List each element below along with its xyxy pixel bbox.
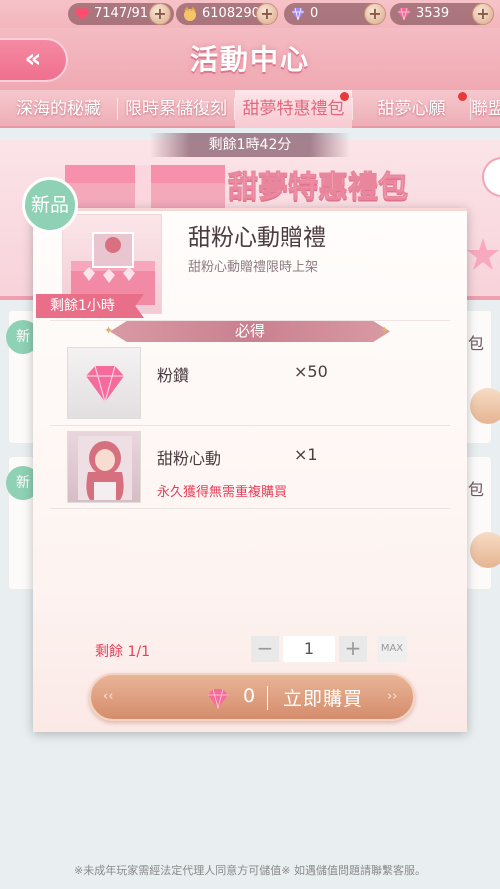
sparkle-icon: ✦ xyxy=(380,324,390,337)
product-title: 甜粉心動贈禮 xyxy=(188,225,326,251)
notification-dot xyxy=(340,92,349,101)
star-icon xyxy=(467,238,499,270)
pink-diamond-icon xyxy=(398,7,410,21)
item-permanent-note: 永久獲得無需重複購買 xyxy=(157,485,288,500)
background-card-label: 包 xyxy=(468,480,485,499)
guaranteed-header: 必得 xyxy=(110,321,390,342)
buy-price: 0 xyxy=(243,685,256,707)
pink-diamond-icon xyxy=(86,365,124,405)
item-name: 甜粉心動 xyxy=(157,449,222,468)
header: « 活動中心 xyxy=(0,28,500,90)
buy-now-button[interactable]: ‹‹ 0 立即購買 ›› xyxy=(89,673,415,721)
buy-divider xyxy=(267,686,268,710)
character-portrait xyxy=(78,436,132,500)
quantity-input[interactable]: 1 xyxy=(283,636,335,662)
event-timer: 剩餘1時42分 xyxy=(150,133,350,157)
remaining-time-tag: 剩餘1小時 xyxy=(36,294,144,318)
divider xyxy=(50,320,450,321)
coin-icon xyxy=(184,6,196,21)
increase-quantity-button[interactable]: + xyxy=(339,636,367,662)
modal-top-border xyxy=(33,208,467,211)
item-quantity: ×1 xyxy=(294,445,318,464)
coin-value: 6108290 xyxy=(202,6,260,21)
resource-bar: 7147/91 + 6108290 + 0 + 3539 + xyxy=(0,0,500,28)
remaining-purchase-count: 剩餘 1/1 xyxy=(95,644,150,660)
tab-sweet-dream-pack[interactable]: 甜夢特惠禮包 xyxy=(235,90,352,128)
notification-dot xyxy=(458,92,467,101)
item-icon-character-portrait[interactable] xyxy=(67,431,141,503)
chevron-right-icon: ›› xyxy=(387,689,398,704)
add-purple-gem-button[interactable]: + xyxy=(364,3,386,25)
item-icon-pink-diamond[interactable] xyxy=(67,347,141,419)
item-quantity: ×50 xyxy=(294,362,328,381)
tab-sweet-dream-wish[interactable]: 甜夢心願 xyxy=(353,90,470,128)
background-buy-button xyxy=(470,388,500,424)
add-pink-diamond-button[interactable]: + xyxy=(472,3,494,25)
pink-diamond-icon xyxy=(208,688,228,709)
tab-deep-sea-treasure[interactable]: 深海的秘藏 xyxy=(0,90,117,128)
buy-label: 立即購買 xyxy=(283,688,364,710)
purple-gem-value: 0 xyxy=(310,6,319,21)
purple-gem-icon xyxy=(292,7,304,21)
heart-icon xyxy=(75,8,89,20)
add-stamina-button[interactable]: + xyxy=(149,3,171,25)
row-divider xyxy=(50,508,450,509)
stamina-value: 7147/91 xyxy=(94,6,149,21)
banner-title: 甜夢特惠禮包 xyxy=(228,170,409,206)
background-buy-button xyxy=(470,532,500,568)
decrease-quantity-button[interactable]: − xyxy=(251,636,279,662)
new-item-badge: 新品 xyxy=(22,177,78,233)
add-coin-button[interactable]: + xyxy=(256,3,278,25)
product-subtitle: 甜粉心動贈禮限時上架 xyxy=(188,260,319,275)
item-name: 粉鑽 xyxy=(157,366,190,385)
tab-bar: 深海的秘藏 限時累儲復刻 甜夢特惠禮包 甜夢心願 聯盟 xyxy=(0,90,500,128)
pink-diamond-value: 3539 xyxy=(416,6,450,21)
tab-alliance[interactable]: 聯盟 xyxy=(471,90,500,128)
page-title: 活動中心 xyxy=(189,43,310,76)
footer-notice: ※未成年玩家需經法定代理人同意方可儲值※ 如遇儲值問題請聯繫客服。 xyxy=(74,864,426,877)
tab-limited-recharge[interactable]: 限時累儲復刻 xyxy=(118,90,234,128)
row-divider xyxy=(50,425,450,426)
chevron-left-icon: ‹‹ xyxy=(103,689,114,704)
background-card-label: 包 xyxy=(468,334,485,353)
max-quantity-button[interactable]: MAX xyxy=(377,636,407,662)
